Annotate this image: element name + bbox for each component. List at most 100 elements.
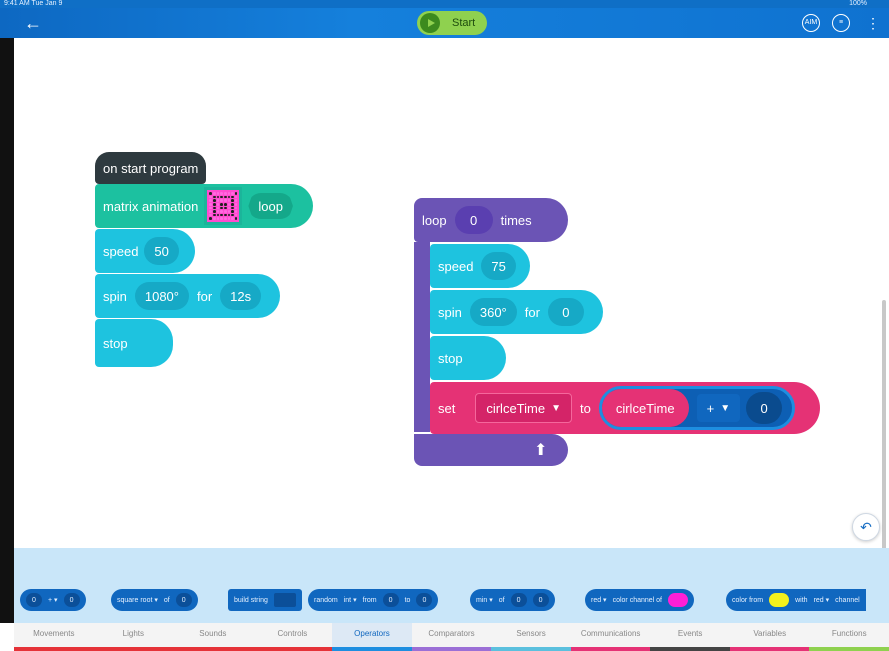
palette-of: of: [498, 596, 505, 604]
matrix-pattern-icon[interactable]: [204, 187, 243, 225]
spin-duration-field[interactable]: 12s: [220, 282, 262, 310]
speed-label: speed: [103, 243, 139, 259]
tab-movements[interactable]: Movements: [14, 623, 94, 651]
status-bar: 9:41 AM Tue Jan 9 100%: [0, 0, 889, 8]
set-variable-name: cirlceTime: [486, 400, 546, 416]
more-vertical-icon[interactable]: ⋮: [866, 14, 880, 32]
spin-block-left[interactable]: spin 1080° for 12s: [95, 274, 280, 318]
palette-value: 0: [175, 593, 192, 607]
remote-icon[interactable]: ≡: [832, 14, 850, 32]
operator-expression[interactable]: cirlceTime + ▼ 0: [598, 386, 796, 430]
loop-footer: ⬆: [414, 434, 568, 466]
speed-value-field-right[interactable]: 75: [481, 252, 516, 280]
canvas-scrollbar[interactable]: [882, 300, 886, 550]
spin-degrees-field[interactable]: 1080°: [134, 282, 189, 310]
chevron-down-icon: ▼: [720, 402, 731, 414]
palette-type: int ▾: [343, 597, 357, 604]
speed-block-right[interactable]: speed 75: [430, 244, 530, 288]
start-label: Start: [452, 17, 476, 29]
tab-controls[interactable]: Controls: [252, 623, 333, 651]
chevron-down-icon: ▼: [551, 402, 561, 414]
operator-symbol: +: [706, 400, 715, 416]
spin-duration-field-right[interactable]: 0: [547, 298, 584, 326]
undo-icon[interactable]: ↶: [852, 513, 880, 541]
speed-value-field[interactable]: 50: [144, 237, 179, 265]
spin-label: spin: [103, 288, 127, 304]
category-tabs: Movements Lights Sounds Controls Operators Co…: [14, 623, 889, 651]
palette-min-block[interactable]: min ▾ of 0 0: [470, 589, 555, 611]
palette-value: 0: [63, 593, 80, 607]
palette-from: from: [362, 596, 377, 604]
aim-icon[interactable]: AIM: [802, 14, 820, 32]
spin-degrees-field-right[interactable]: 360°: [469, 298, 517, 326]
play-icon: [420, 13, 440, 33]
loop-block[interactable]: loop 0 times: [414, 198, 568, 242]
palette-value: 0: [416, 593, 433, 607]
operator-dropdown[interactable]: + ▼: [696, 394, 741, 422]
spin-block-right[interactable]: spin 360° for 0: [430, 290, 603, 334]
loop-return-arrow-icon: ⬆: [534, 442, 548, 459]
matrix-mode-dropdown[interactable]: loop: [248, 193, 293, 219]
status-time: 9:41 AM Tue Jan 9: [4, 0, 63, 7]
loop-label: loop: [422, 212, 447, 228]
matrix-label: matrix animation: [103, 198, 199, 214]
tab-variables[interactable]: Variables: [729, 623, 810, 651]
tab-communications[interactable]: Communications: [570, 623, 651, 651]
palette-color-from-block[interactable]: color from with red ▾ channel: [726, 589, 866, 611]
tab-lights[interactable]: Lights: [93, 623, 174, 651]
palette-fn: build string: [234, 596, 268, 604]
stop-block-left[interactable]: stop: [95, 319, 173, 367]
loop-arm: [414, 242, 430, 432]
tab-functions[interactable]: Functions: [809, 623, 889, 651]
palette-square-root-block[interactable]: square root ▾ of 0: [111, 589, 198, 611]
tab-sounds[interactable]: Sounds: [173, 623, 253, 651]
palette-build-string-block[interactable]: build string: [228, 589, 302, 611]
block-palette: 0 + ▾ 0 square root ▾ of 0 build string …: [14, 548, 889, 623]
spin-label-right: spin: [438, 304, 462, 320]
palette-string-slot: [273, 593, 296, 607]
palette-channel: red ▾: [813, 597, 830, 604]
hat-label: on start program: [103, 160, 199, 176]
matrix-animation-block[interactable]: matrix animation loop: [95, 184, 313, 228]
tab-events[interactable]: Events: [650, 623, 730, 651]
tab-operators[interactable]: Operators: [332, 623, 412, 651]
loop-times-label: times: [500, 212, 532, 228]
back-arrow-icon[interactable]: ←: [22, 12, 44, 34]
app-header: ← Start AIM ≡ ⋮: [0, 8, 889, 38]
palette-with: with: [795, 596, 808, 604]
yellow-swatch[interactable]: [769, 593, 790, 607]
battery-level: 100%: [849, 0, 867, 7]
set-label: set: [438, 400, 456, 416]
speed-label-right: speed: [438, 258, 474, 274]
start-button[interactable]: Start: [417, 11, 487, 35]
set-variable-dropdown[interactable]: cirlceTime ▼: [475, 393, 572, 423]
palette-value: 0: [510, 593, 527, 607]
loop-count-field[interactable]: 0: [454, 206, 493, 234]
palette-value: 0: [26, 593, 42, 607]
palette-math-op-block[interactable]: 0 + ▾ 0: [20, 589, 86, 611]
palette-value: 0: [532, 593, 549, 607]
set-to-label: to: [580, 400, 591, 416]
palette-fn: color channel of: [612, 596, 662, 604]
spin-for-label-right: for: [524, 304, 540, 320]
tab-comparators[interactable]: Comparators: [411, 623, 492, 651]
palette-channel-label: channel: [835, 596, 860, 604]
palette-random-block[interactable]: random int ▾ from 0 to 0: [308, 589, 439, 611]
magenta-swatch[interactable]: [668, 593, 688, 607]
palette-channel: red ▾: [591, 597, 607, 604]
palette-op: + ▾: [48, 597, 58, 604]
stop-block-right[interactable]: stop: [430, 336, 506, 380]
set-variable-block[interactable]: set cirlceTime ▼ to cirlceTime + ▼ 0: [430, 382, 820, 434]
palette-color-channel-block[interactable]: red ▾ color channel of: [585, 589, 694, 611]
palette-fn: square root ▾: [117, 597, 158, 604]
palette-fn: color from: [732, 596, 764, 604]
operand-value-field[interactable]: 0: [746, 392, 783, 424]
expression-variable[interactable]: cirlceTime: [601, 389, 689, 427]
on-start-program-block[interactable]: on start program: [95, 152, 207, 184]
tab-sensors[interactable]: Sensors: [491, 623, 571, 651]
speed-block-left[interactable]: speed 50: [95, 229, 195, 273]
spin-for-label: for: [196, 288, 213, 304]
stop-label: stop: [103, 335, 128, 351]
palette-fn: min ▾: [476, 597, 493, 604]
palette-value: 0: [382, 593, 399, 607]
